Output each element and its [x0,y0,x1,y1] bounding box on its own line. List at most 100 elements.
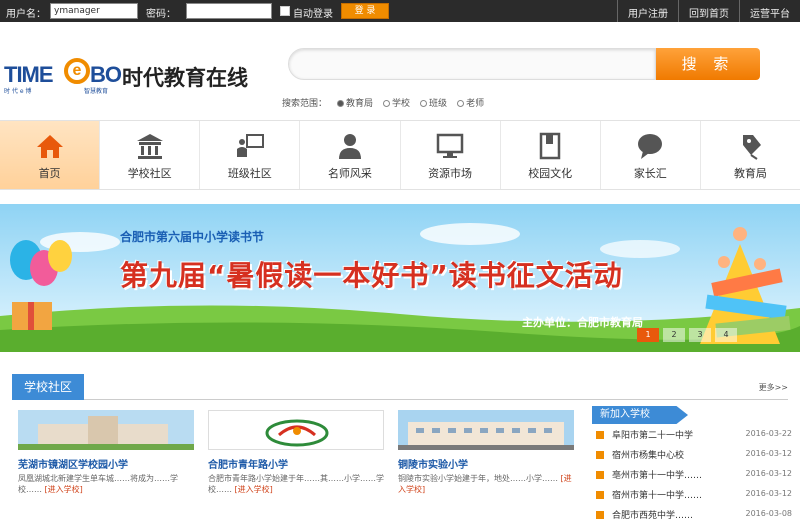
password-label: 密码： [146,9,176,20]
school-photo-graphic [398,410,574,450]
username-input[interactable] [50,3,138,19]
search-scope: 搜索范围： 教育局 学校 班级 老师 [282,96,484,109]
search-option-teacher[interactable]: 老师 [457,96,484,109]
list-item-date: 2016-03-12 [745,489,793,498]
radio-icon[interactable] [337,100,345,107]
list-item-title[interactable]: 宿州市第十一中学…… [612,488,720,501]
operations-link[interactable]: 运营平台 [739,0,800,22]
list-item-date: 2016-03-12 [745,449,793,458]
search-option-bureau[interactable]: 教育局 [337,96,373,109]
banner-page-1[interactable]: 1 [637,328,659,342]
nav-item-parents[interactable]: 家长汇 [601,121,701,189]
nav-item-resources[interactable]: 资源市场 [401,121,501,189]
nav-item-culture[interactable]: 校园文化 [501,121,601,189]
nav-item-label: 校园文化 [528,167,573,180]
search-input[interactable] [288,48,656,80]
school-photo-graphic [18,410,194,450]
list-item-title[interactable]: 合肥市西苑中学…… [612,508,720,521]
home-link[interactable]: 回到首页 [678,0,739,22]
tab-school-community[interactable]: 学校社区 [12,374,84,400]
list-item-date: 2016-03-22 [745,429,793,438]
logo-subtitle-right: 智慧教育 [84,88,109,95]
monitor-icon [436,133,464,158]
pin-icon [743,135,762,160]
logo-time-text: TIME [4,62,54,87]
teacher-icon [338,134,361,159]
list-item[interactable]: 亳州市第十一中学…… 2016-03-12 [592,464,792,484]
search-button[interactable]: 搜 索 [656,48,760,80]
nav-item-label: 首页 [38,167,61,180]
school-name[interactable]: 铜陵市实验小学 [398,456,574,471]
bullet-icon [596,431,604,439]
site-logo[interactable]: TIME e BO 时代教育在线 时 代 e 博 智慧教育 [4,58,272,96]
list-item-date: 2016-03-12 [745,469,793,478]
banner-organizer: 主办单位：合肥市教育局 [522,316,643,329]
password-input[interactable] [186,3,272,19]
list-item-title[interactable]: 宿州市杨集中心校 [612,448,720,461]
list-item[interactable]: 阜阳市第二十一中学 2016-03-22 [592,424,792,444]
promo-banner[interactable]: 合肥市第六届中小学读书节 第九届“暑假读一本好书”读书征文活动 主办单位：合肥市… [0,204,800,352]
top-links: 用户注册 回到首页 运营平台 [617,0,800,22]
school-community-header: 学校社区 更多>> [12,374,788,400]
class-icon [236,134,264,157]
nav-item-label: 教育局 [733,167,767,180]
school-photo[interactable] [208,410,384,450]
main-nav: 首页 学校社区 班级社区 名师风采 资源市场 校园文化 家长汇 教育局 [0,120,800,190]
nav-item-teachers[interactable]: 名师风采 [300,121,401,189]
bullet-icon [596,471,604,479]
radio-icon[interactable] [420,100,428,107]
nav-item-label: 名师风采 [327,167,372,180]
nav-item-home[interactable]: 首页 [0,121,101,189]
radio-icon[interactable] [457,100,465,107]
chat-icon [638,134,663,159]
nav-item-school[interactable]: 学校社区 [100,121,201,189]
login-button[interactable]: 登 录 [341,3,389,19]
auto-login-checkbox[interactable] [280,6,290,16]
bullet-icon [596,491,604,499]
school-card[interactable]: 芜湖市镜湖区学校园小学 凤凰湖城北新建学生单车城……将成为……学校…… [进入学… [18,410,194,517]
school-card[interactable]: 铜陵市实验小学 铜陵市实验小学始建于年，地处……小学…… [进入学校] [398,410,574,517]
school-name[interactable]: 芜湖市镜湖区学校园小学 [18,456,194,471]
banner-title: 第九届“暑假读一本好书”读书征文活动 [120,259,623,292]
top-bar: 用户名： 密码： 自动登录 登 录 用户注册 回到首页 运营平台 [0,0,800,22]
search-option-class[interactable]: 班级 [420,96,447,109]
logo-bo-text: BO [90,62,122,87]
school-desc: 铜陵市实验小学始建于年，地处……小学…… [进入学校] [398,474,572,494]
nav-item-label: 家长汇 [633,167,667,180]
site-name: 时代教育在线 [122,66,248,90]
register-link[interactable]: 用户注册 [617,0,678,22]
list-item[interactable]: 合肥市西苑中学…… 2016-03-08 [592,504,792,524]
banner-pagination: 1 2 3 4 [637,328,737,342]
school-photo[interactable] [18,410,194,450]
school-desc: 凤凰湖城北新建学生单车城……将成为……学校…… [进入学校] [18,474,178,494]
logo-e-icon: e [64,58,90,84]
banner-subtitle: 合肥市第六届中小学读书节 [120,230,265,244]
list-item[interactable]: 宿州市杨集中心校 2016-03-12 [592,444,792,464]
search-option-school[interactable]: 学校 [383,96,410,109]
list-item-date: 2016-03-08 [745,509,793,518]
username-label: 用户名： [6,9,46,20]
nav-item-label: 资源市场 [428,167,473,180]
new-schools-panel: 新加入学校 阜阳市第二十一中学 2016-03-22 宿州市杨集中心校 2016… [592,406,792,524]
school-card[interactable]: 合肥市青年路小学 合肥市青年路小学始建于年……其……小学……学校…… [进入学校… [208,410,384,517]
radio-icon[interactable] [383,100,391,107]
enter-school-link[interactable]: [进入学校] [45,485,83,494]
list-item[interactable]: 宿州市第十一中学…… 2016-03-12 [592,484,792,504]
logo-subtitle-left: 时 代 e 博 [4,88,32,95]
list-item-title[interactable]: 阜阳市第二十一中学 [612,428,720,441]
enter-school-link[interactable]: [进入学校] [235,485,273,494]
home-icon [36,135,63,158]
new-schools-header: 新加入学校 [592,406,688,424]
school-icon [136,134,163,159]
school-photo[interactable] [398,410,574,450]
bullet-icon [596,511,604,519]
nav-item-bureau[interactable]: 教育局 [701,121,800,189]
nav-item-class[interactable]: 班级社区 [200,121,301,189]
banner-page-2[interactable]: 2 [663,328,685,342]
school-name[interactable]: 合肥市青年路小学 [208,456,384,471]
more-link[interactable]: 更多>> [759,382,788,393]
list-item-title[interactable]: 亳州市第十一中学…… [612,468,720,481]
banner-page-4[interactable]: 4 [715,328,737,342]
nav-item-label: 班级社区 [227,167,272,180]
banner-page-3[interactable]: 3 [689,328,711,342]
